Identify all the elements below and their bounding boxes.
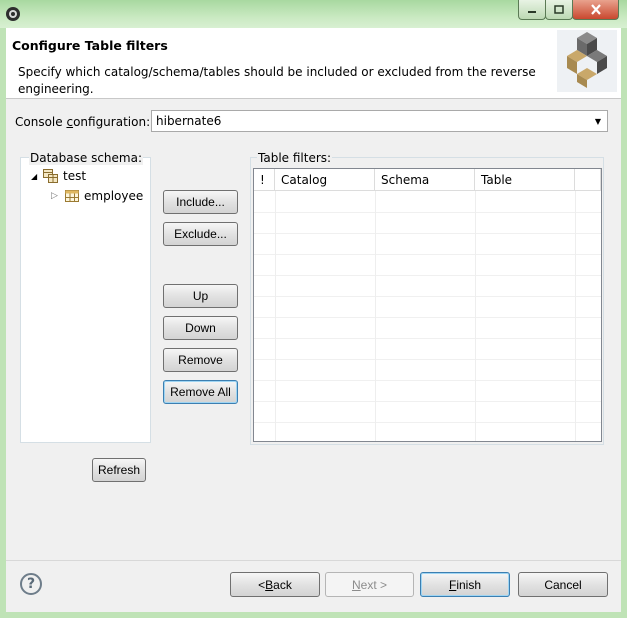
exclude-button[interactable]: Exclude... [163, 222, 238, 246]
table-row-line [254, 317, 601, 318]
column-header-exclude[interactable]: ! [254, 169, 275, 191]
hibernate-logo [557, 30, 617, 92]
table-row-line [254, 359, 601, 360]
table-row-line [254, 296, 601, 297]
minimize-button[interactable] [518, 0, 546, 20]
help-icon[interactable]: ? [20, 573, 42, 595]
footer-separator [6, 560, 621, 561]
database-schema-label: Database schema: [29, 151, 143, 165]
next-button[interactable]: Next > [325, 572, 414, 597]
cancel-button[interactable]: Cancel [518, 572, 608, 597]
table-column-line [575, 191, 576, 441]
page-title: Configure Table filters [12, 38, 168, 53]
maximize-button[interactable] [545, 0, 573, 20]
page-description: Specify which catalog/schema/tables shou… [18, 65, 536, 96]
column-header-filler [575, 169, 601, 191]
include-button[interactable]: Include... [163, 190, 238, 214]
table-row-line [254, 254, 601, 255]
table-column-line [275, 191, 276, 441]
table-row-line [254, 380, 601, 381]
down-button[interactable]: Down [163, 316, 238, 340]
up-button[interactable]: Up [163, 284, 238, 308]
table-filters-table[interactable]: ! Catalog Schema Table [253, 168, 602, 442]
tree-node-label: test [63, 169, 87, 183]
app-icon[interactable] [4, 5, 22, 23]
wizard-header: Configure Table filters Specify which ca… [6, 28, 621, 99]
tree-node-label: employee [84, 189, 144, 203]
chevron-down-icon[interactable]: ▼ [589, 111, 607, 131]
table-row-line [254, 233, 601, 234]
table-column-line [475, 191, 476, 441]
collapsed-arrow-icon[interactable]: ▷ [51, 191, 65, 201]
tree-node-employee[interactable]: ▷ employee [51, 187, 143, 205]
remove-button[interactable]: Remove [163, 348, 238, 372]
expanded-arrow-icon[interactable]: ◢ [31, 172, 43, 181]
table-row-line [254, 422, 601, 423]
console-configuration-label: Console configuration: [15, 115, 151, 129]
table-row-line [254, 212, 601, 213]
table-row-line [254, 338, 601, 339]
column-header-schema[interactable]: Schema [375, 169, 475, 191]
tree-node-test[interactable]: ◢ test [31, 167, 86, 185]
finish-button[interactable]: Finish [420, 572, 510, 597]
column-header-catalog[interactable]: Catalog [275, 169, 375, 191]
remove-all-button[interactable]: Remove All [163, 380, 238, 404]
close-icon [590, 4, 601, 15]
table-row-line [254, 401, 601, 402]
window-frame-right [621, 28, 627, 618]
console-configuration-select[interactable]: hibernate6 ▼ [151, 110, 608, 132]
close-window-button[interactable] [572, 0, 619, 20]
database-icon [43, 169, 58, 183]
back-button[interactable]: < Back [230, 572, 320, 597]
table-column-line [375, 191, 376, 441]
window-frame-left [0, 28, 6, 618]
column-header-table[interactable]: Table [475, 169, 575, 191]
console-configuration-value: hibernate6 [156, 114, 222, 128]
table-filters-label: Table filters: [257, 151, 333, 165]
table-icon [65, 190, 79, 202]
table-row-line [254, 275, 601, 276]
database-schema-tree[interactable]: ◢ test ▷ employee [20, 157, 151, 443]
maximize-icon [554, 5, 564, 14]
minimize-icon [528, 10, 536, 13]
window-frame-bottom [0, 612, 627, 618]
refresh-button[interactable]: Refresh [92, 458, 146, 482]
